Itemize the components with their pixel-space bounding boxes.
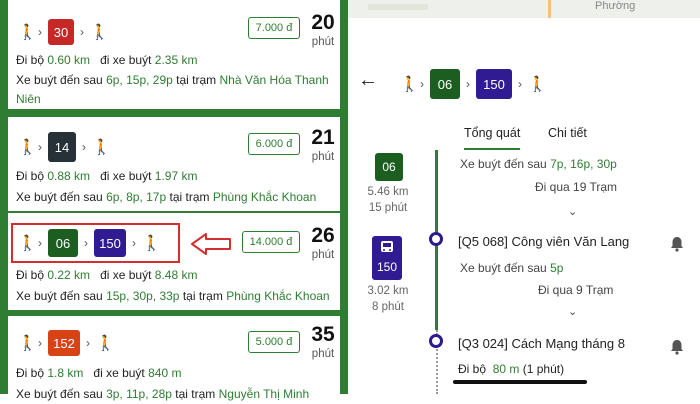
bell-icon[interactable]	[670, 236, 684, 252]
route-card-14[interactable]: 🚶 › 14 › 🚶 6.000 đ 21 phút Đi bộ 0.88 km…	[8, 117, 340, 211]
stop-title: [Q3 024] Cách Mạng tháng 8	[458, 336, 625, 351]
duration-value: 26	[311, 224, 335, 247]
route-chain: 🚶 › 152 › 🚶	[18, 330, 115, 356]
walk-info: Đi bộ 80 m (1 phút)	[458, 362, 565, 376]
route-card-30[interactable]: 🚶 › 30 › 🚶 7.000 đ 20 phút Đi bộ 0.60 km…	[8, 0, 340, 109]
chevron-right-icon: ›	[420, 77, 424, 91]
route-card-152[interactable]: 🚶 › 152 › 🚶 5.000 đ 35 phút Đi bộ 1.8 km…	[8, 316, 343, 401]
bus-badge: 152	[48, 330, 80, 356]
chevron-right-icon: ›	[466, 77, 470, 91]
duration-unit: phút	[311, 36, 335, 48]
next-bus-info: Xe buýt đến sau 7p, 16p, 30p	[460, 157, 617, 171]
next-bus-info: Xe buýt đến sau 6p, 8p, 17p tại trạm Phù…	[16, 190, 317, 204]
route-list-panel: 🚶 › 30 › 🚶 7.000 đ 20 phút Đi bộ 0.60 km…	[0, 0, 348, 401]
next-bus-info: Xe buýt đến sau 15p, 30p, 33p tại trạm P…	[16, 289, 330, 303]
next-bus-info: Xe buýt đến sau 5p	[460, 261, 564, 275]
duration: 20 phút	[303, 12, 343, 49]
bus-badge-150: 150	[376, 260, 398, 274]
fare-badge: 14.000 đ	[242, 231, 300, 253]
route-chain: 🚶 › 30 › 🚶	[18, 19, 109, 45]
bus-badge: 06	[430, 69, 460, 99]
stops-count: Đi qua 9 Trạm	[538, 283, 614, 297]
route-chain: 🚶 › 14 › 🚶	[18, 132, 111, 162]
next-bus-info: Xe buýt đến sau 6p, 15p, 29p tại trạm Nh…	[16, 73, 329, 106]
distance-info: Đi bộ 0.60 km đi xe buýt 2.35 km	[16, 53, 198, 67]
walk-icon: 🚶	[18, 23, 37, 41]
duration-unit: phút	[311, 151, 335, 163]
fare-badge: 6.000 đ	[248, 133, 300, 155]
duration-unit: phút	[311, 249, 335, 261]
bus-badge-06: 06	[375, 153, 403, 181]
chevron-right-icon: ›	[38, 336, 42, 350]
highlight-box	[11, 223, 180, 263]
bus-icon	[381, 241, 393, 252]
map-label: Phường	[595, 0, 636, 12]
chevron-down-icon[interactable]: ⌄	[568, 205, 577, 218]
distance-info: Đi bộ 0.22 km đi xe buýt 8.48 km	[16, 268, 198, 282]
stops-count: Đi qua 19 Trạm	[535, 180, 618, 194]
arrow-left-icon	[191, 233, 231, 255]
walk-icon: 🚶	[528, 75, 547, 93]
duration: 26 phút	[303, 225, 343, 262]
stop-title: [Q5 068] Công viên Văn Lang	[458, 234, 630, 249]
bus-badge: 30	[48, 19, 74, 45]
stop-node	[429, 232, 443, 246]
walk-icon: 🚶	[400, 75, 419, 93]
route-chain: 🚶 › 06 › 150 › 🚶	[400, 69, 547, 99]
fare-badge: 7.000 đ	[248, 17, 300, 39]
bell-icon[interactable]	[670, 339, 684, 355]
walk-icon: 🚶	[18, 334, 37, 352]
walk-icon: 🚶	[92, 138, 111, 156]
duration-value: 20	[311, 11, 335, 34]
walk-icon: 🚶	[90, 23, 109, 41]
chevron-right-icon: ›	[82, 140, 86, 154]
map-view[interactable]: Phường	[348, 0, 700, 18]
duration-value: 35	[311, 323, 335, 346]
chevron-right-icon: ›	[80, 25, 84, 39]
tab-overview[interactable]: Tổng quát	[464, 126, 521, 150]
bus-icon-tile: 150	[372, 236, 402, 280]
duration: 35 phút	[303, 324, 343, 361]
bus-badge: 150	[476, 69, 512, 99]
walk-icon: 🚶	[96, 334, 115, 352]
bus-badge: 14	[48, 132, 76, 162]
duration-value: 21	[311, 126, 335, 149]
chevron-right-icon: ›	[38, 140, 42, 154]
next-bus-info: Xe buýt đến sau 3p, 11p, 28p tại trạm Ng…	[16, 387, 310, 401]
distance-info: Đi bộ 0.88 km đi xe buýt 1.97 km	[16, 169, 198, 183]
home-indicator	[453, 380, 587, 384]
duration: 21 phút	[303, 127, 343, 164]
stop-node	[429, 334, 443, 348]
route-detail-panel: Phường ← 🚶 › 06 › 150 › 🚶 Tổng quát Chi …	[348, 0, 700, 394]
chevron-right-icon: ›	[86, 336, 90, 350]
chevron-right-icon: ›	[38, 25, 42, 39]
tab-details[interactable]: Chi tiết	[548, 126, 587, 140]
fare-badge: 5.000 đ	[248, 331, 300, 353]
distance-info: Đi bộ 1.8 km đi xe buýt 840 m	[16, 366, 182, 380]
back-arrow-icon[interactable]: ←	[358, 70, 378, 90]
chevron-right-icon: ›	[518, 77, 522, 91]
leg-meta: 3.02 km 8 phút	[367, 285, 409, 313]
leg-meta: 5.46 km 15 phút	[367, 186, 409, 214]
duration-unit: phút	[311, 348, 335, 360]
walk-icon: 🚶	[18, 138, 37, 156]
chevron-down-icon[interactable]: ⌄	[568, 305, 577, 318]
